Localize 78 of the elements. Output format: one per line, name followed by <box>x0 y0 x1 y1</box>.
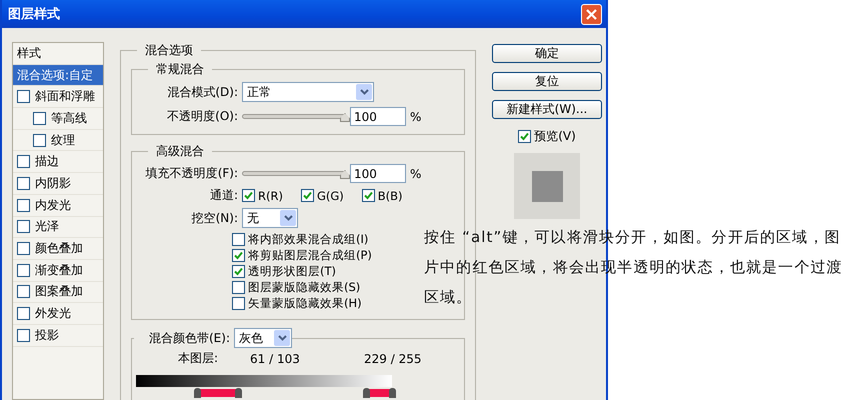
checkbox[interactable] <box>17 176 30 190</box>
checkbox-label: 将内部效果混合成组(I) <box>248 232 368 247</box>
group-title: 高级混合 <box>155 143 205 160</box>
checkbox[interactable] <box>300 189 314 202</box>
checkbox-label: B(B) <box>378 188 403 202</box>
dropdown-caret-icon[interactable] <box>274 330 290 346</box>
field-label: 不透明度(O): <box>166 108 238 125</box>
checkbox[interactable] <box>17 198 30 212</box>
field-label: 混合模式(D): <box>166 84 238 100</box>
checkbox-label: 矢量蒙版隐藏效果(H) <box>248 296 362 311</box>
checkbox-label: G(G) <box>316 188 344 202</box>
knockout-dropdown[interactable]: 无 <box>242 208 298 228</box>
number-field[interactable]: 100 <box>350 107 406 126</box>
slider-thumb[interactable] <box>194 388 202 398</box>
close-button[interactable] <box>581 4 602 24</box>
checkbox-label: 预览(V) <box>534 128 576 145</box>
checkbox[interactable] <box>17 90 30 104</box>
field-label: 混合颜色带(E): <box>148 330 230 346</box>
style-list-item[interactable]: 图案叠加 <box>35 283 83 300</box>
field-label: 挖空(N): <box>190 210 238 226</box>
checkbox[interactable] <box>17 285 30 298</box>
slider-thumb[interactable] <box>340 113 350 122</box>
checkbox[interactable] <box>17 242 30 256</box>
range-value: 229 / 255 <box>364 352 422 366</box>
checkbox[interactable] <box>518 130 532 143</box>
checkbox[interactable] <box>17 328 30 342</box>
style-list-item[interactable]: 纹理 <box>51 132 75 149</box>
checkbox-label: 透明形状图层(T) <box>248 264 336 279</box>
dropdown-caret-icon[interactable] <box>356 84 372 100</box>
number-field[interactable]: 100 <box>350 164 406 183</box>
checkbox[interactable] <box>362 189 375 202</box>
checkbox[interactable] <box>232 233 245 246</box>
style-list-item[interactable]: 颜色叠加 <box>35 240 83 258</box>
slider-thumb[interactable] <box>340 170 350 179</box>
checkbox[interactable] <box>33 134 46 147</box>
style-list-item[interactable]: 外发光 <box>35 305 71 322</box>
dialog-button[interactable]: 确定 <box>492 44 602 63</box>
slider-thumb[interactable] <box>363 388 370 398</box>
style-list-item[interactable]: 渐变叠加 <box>35 262 83 279</box>
blend-band-dropdown[interactable]: 灰色 <box>234 328 292 348</box>
unit-label: % <box>410 110 422 124</box>
window-title: 图层样式 <box>8 6 60 23</box>
field-label: 填充不透明度(F): <box>144 165 238 182</box>
field-label: 本图层: <box>176 350 218 367</box>
checkbox[interactable] <box>33 112 46 125</box>
preview-square <box>532 170 562 202</box>
field-label: 通道: <box>208 187 238 204</box>
style-list-item[interactable]: 混合选项:自定 <box>13 64 103 86</box>
slider-thumb[interactable] <box>235 388 242 398</box>
style-list-item[interactable]: 描边 <box>35 153 59 170</box>
style-list-item[interactable]: 光泽 <box>35 218 59 236</box>
dialog-button[interactable]: 新建样式(W)... <box>492 100 602 119</box>
style-list-item[interactable]: 投影 <box>35 326 59 344</box>
unit-label: % <box>410 166 422 180</box>
slider-thumb[interactable] <box>389 388 396 398</box>
checkbox[interactable] <box>232 265 245 278</box>
close-icon <box>586 8 597 20</box>
checkbox[interactable] <box>17 264 30 277</box>
checkbox[interactable] <box>17 307 30 320</box>
range-value: 61 / 103 <box>250 352 301 366</box>
style-list-item[interactable]: 斜面和浮雕 <box>35 88 95 106</box>
style-list-item[interactable]: 等高线 <box>51 110 87 127</box>
checkbox-label: 将剪贴图层混合成组(P) <box>248 248 372 263</box>
checkbox[interactable] <box>17 155 30 168</box>
dropdown-caret-icon[interactable] <box>280 210 296 226</box>
checkbox[interactable] <box>232 297 245 310</box>
checkbox[interactable] <box>232 281 245 294</box>
checkbox[interactable] <box>17 220 30 234</box>
checkbox-label: 图层蒙版隐藏效果(S) <box>248 280 360 295</box>
checkbox[interactable] <box>242 189 255 202</box>
style-list-item[interactable]: 内发光 <box>35 196 71 214</box>
dialog-button[interactable]: 复位 <box>492 72 602 91</box>
checkbox-label: R(R) <box>258 188 283 202</box>
blend-mode-dropdown[interactable]: 正常 <box>242 82 374 102</box>
group-title: 混合选项 <box>144 42 194 59</box>
checkbox[interactable] <box>232 249 245 262</box>
style-list-item[interactable]: 内阴影 <box>35 174 71 192</box>
group-title: 常规混合 <box>155 61 205 78</box>
